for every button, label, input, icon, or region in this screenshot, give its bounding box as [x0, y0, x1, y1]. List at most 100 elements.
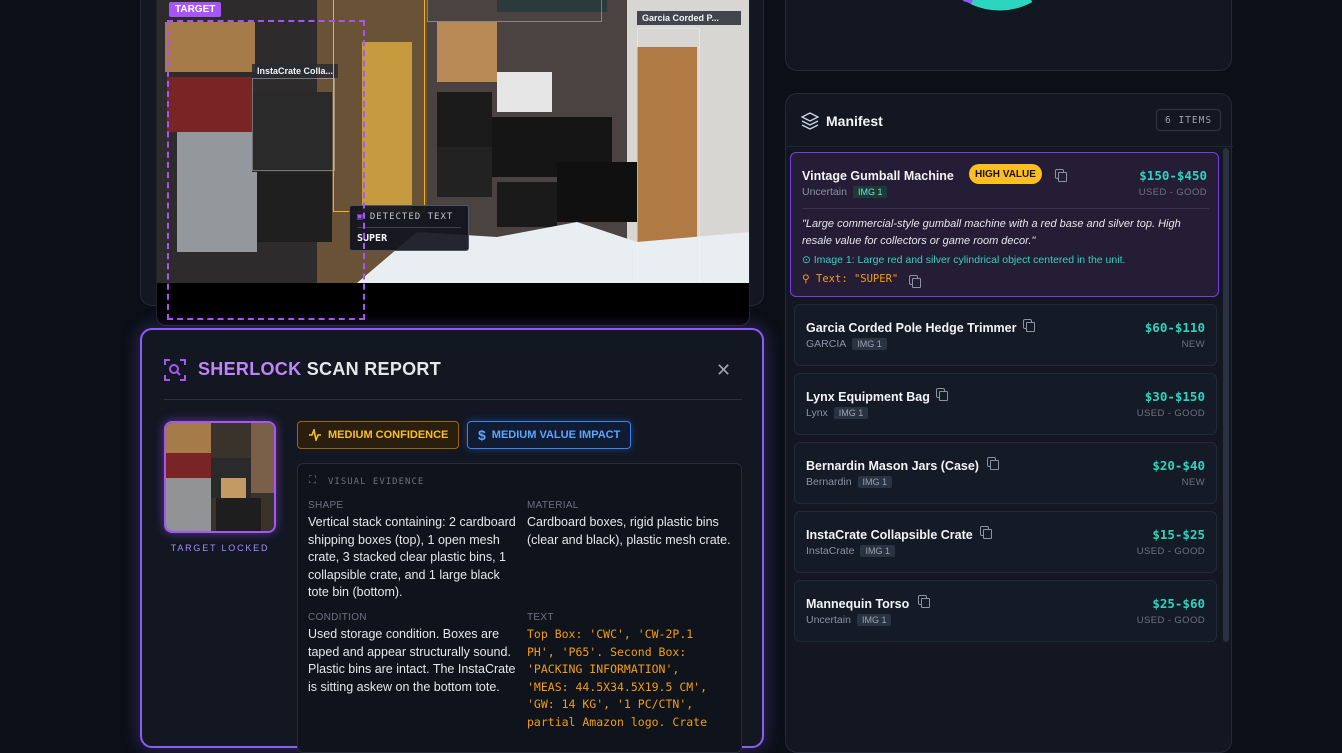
- thumbnail-art: [166, 423, 274, 531]
- scan-report-panel: SHERLOCK SCAN REPORT ✕ TARGET LOCKED MED…: [140, 328, 764, 753]
- detection-label-garcia: Garcia Corded P...: [637, 11, 741, 25]
- report-title-accent: SHERLOCK: [198, 359, 302, 379]
- report-title: SHERLOCK SCAN REPORT: [198, 359, 441, 380]
- manifest-item[interactable]: Bernardin Mason Jars (Case) Bernardin IM…: [794, 442, 1217, 504]
- item-brand: InstaCrate: [806, 545, 855, 557]
- image-ref-badge[interactable]: IMG 1: [857, 476, 893, 488]
- copy-icon[interactable]: [980, 526, 992, 539]
- value-donut-chart: [962, 0, 1035, 11]
- image-ref-badge[interactable]: IMG 1: [852, 338, 887, 350]
- copy-icon[interactable]: [1023, 319, 1035, 332]
- target-locked-label: TARGET LOCKED: [170, 543, 270, 553]
- evidence-heading: VISUAL EVIDENCE: [328, 477, 425, 487]
- scan-image-frame: InstaCrate Colla... Garcia Corded P... ▣…: [156, 0, 750, 326]
- dollar-icon: $: [478, 427, 486, 443]
- target-thumbnail[interactable]: [164, 421, 276, 533]
- layers-icon: [801, 112, 819, 130]
- manifest-item-selected[interactable]: Vintage Gumball Machine HIGH VALUE Uncer…: [790, 152, 1219, 297]
- search-icon: ⚲: [802, 273, 810, 285]
- copy-icon[interactable]: [909, 275, 921, 288]
- shape-value: Vertical stack containing: 2 cardboard s…: [308, 515, 516, 599]
- item-name: InstaCrate Collapsible Crate: [806, 528, 973, 542]
- item-meta: Lynx IMG 1: [806, 407, 869, 419]
- item-brand: Lynx: [806, 407, 828, 419]
- text-label: TEXT: [527, 612, 554, 623]
- value-impact-badge: $ MEDIUM VALUE IMPACT: [467, 421, 632, 449]
- image-ref-badge[interactable]: IMG 1: [856, 614, 892, 626]
- item-price: $15-$25: [1152, 527, 1205, 542]
- item-brand: GARCIA: [806, 338, 847, 350]
- confidence-label: MEDIUM CONFIDENCE: [328, 429, 449, 441]
- copy-icon[interactable]: [1055, 169, 1067, 182]
- detection-box-garcia[interactable]: [637, 28, 700, 283]
- item-condition: USED - GOOD: [1136, 408, 1205, 419]
- item-name: Vintage Gumball Machine: [802, 169, 954, 183]
- image-viewer-card: InstaCrate Colla... Garcia Corded P... ▣…: [140, 0, 764, 326]
- text-value: Top Box: 'CWC', 'CW-2P.1 PH', 'P65'. Sec…: [527, 627, 708, 729]
- detected-text-popup: ▣ DETECTED TEXT SUPER: [349, 205, 469, 251]
- item-condition: NEW: [1181, 339, 1205, 350]
- detected-text-heading: DETECTED TEXT: [369, 212, 454, 222]
- item-price: $30-$150: [1144, 389, 1205, 404]
- item-condition: USED - GOOD: [1136, 615, 1205, 626]
- divider: [786, 146, 1233, 147]
- impact-label: MEDIUM VALUE IMPACT: [491, 429, 621, 441]
- item-description: "Large commercial-style gumball machine …: [802, 218, 1181, 247]
- item-meta: Uncertain IMG 1: [806, 614, 892, 626]
- scan-frame-icon: ⛶: [309, 475, 316, 486]
- manifest-item[interactable]: Mannequin Torso Uncertain IMG 1 $25-$60 …: [794, 580, 1217, 642]
- visual-evidence-panel: ⛶ VISUAL EVIDENCE SHAPE Vertical stack c…: [297, 463, 742, 753]
- material-value: Cardboard boxes, rigid plastic bins (cle…: [527, 515, 731, 547]
- item-name: Mannequin Torso: [806, 597, 910, 611]
- check-circle-icon: ⊙: [802, 254, 811, 266]
- text-evidence-note: ⚲ Text: "SUPER": [802, 273, 898, 285]
- close-icon[interactable]: ✕: [716, 360, 731, 381]
- shape-label: SHAPE: [308, 500, 344, 511]
- item-name: Garcia Corded Pole Hedge Trimmer: [806, 321, 1017, 335]
- manifest-count-badge: 6 ITEMS: [1156, 109, 1222, 131]
- activity-icon: [309, 429, 321, 441]
- item-brand: Bernardin: [806, 476, 852, 488]
- manifest-panel: Manifest 6 ITEMS Vintage Gumball Machine…: [785, 93, 1233, 753]
- item-brand: Uncertain: [802, 186, 847, 198]
- manifest-scrollbar[interactable]: [1223, 148, 1229, 642]
- item-price: $25-$60: [1152, 596, 1205, 611]
- target-selection-box[interactable]: [167, 20, 365, 320]
- item-meta: InstaCrate IMG 1: [806, 545, 895, 557]
- image-note-text: Image 1: Large red and silver cylindrica…: [813, 254, 1126, 266]
- manifest-title: Manifest: [826, 113, 883, 129]
- image-evidence-note: ⊙ Image 1: Large red and silver cylindri…: [802, 254, 1125, 266]
- item-meta: Bernardin IMG 1: [806, 476, 893, 488]
- item-meta: Uncertain IMG 1: [802, 186, 888, 198]
- copy-icon[interactable]: [936, 388, 948, 401]
- item-price: $60-$110: [1144, 320, 1205, 335]
- manifest-item[interactable]: InstaCrate Collapsible Crate InstaCrate …: [794, 511, 1217, 573]
- material-label: MATERIAL: [527, 500, 579, 511]
- item-condition: USED - GOOD: [1136, 546, 1205, 557]
- item-price: $20-$40: [1152, 458, 1205, 473]
- manifest-item[interactable]: Lynx Equipment Bag Lynx IMG 1 $30-$150 U…: [794, 373, 1217, 435]
- divider: [164, 399, 742, 400]
- image-ref-badge[interactable]: IMG 1: [833, 407, 869, 419]
- image-ref-badge[interactable]: IMG 1: [860, 545, 895, 557]
- item-condition: USED - GOOD: [1138, 187, 1207, 198]
- report-title-rest: SCAN REPORT: [306, 359, 442, 379]
- high-value-badge: HIGH VALUE: [969, 164, 1042, 184]
- target-tag: TARGET: [169, 2, 222, 17]
- detection-box-top[interactable]: [427, 0, 602, 22]
- condition-value: Used storage condition. Boxes are taped …: [308, 627, 516, 694]
- value-breakdown-card: [785, 0, 1232, 71]
- copy-icon[interactable]: [987, 457, 999, 470]
- item-brand: Uncertain: [806, 614, 851, 626]
- item-name: Lynx Equipment Bag: [806, 390, 930, 404]
- copy-icon[interactable]: [918, 595, 930, 608]
- confidence-badge: MEDIUM CONFIDENCE: [297, 421, 460, 449]
- manifest-item[interactable]: Garcia Corded Pole Hedge Trimmer GARCIA …: [794, 304, 1217, 366]
- item-meta: GARCIA IMG 1: [806, 338, 887, 350]
- condition-label: CONDITION: [308, 612, 367, 623]
- item-price: $150-$450: [1139, 168, 1207, 183]
- image-ref-badge[interactable]: IMG 1: [852, 186, 888, 198]
- item-name: Bernardin Mason Jars (Case): [806, 459, 979, 473]
- divider: [802, 208, 1209, 209]
- scan-search-icon: [164, 359, 186, 381]
